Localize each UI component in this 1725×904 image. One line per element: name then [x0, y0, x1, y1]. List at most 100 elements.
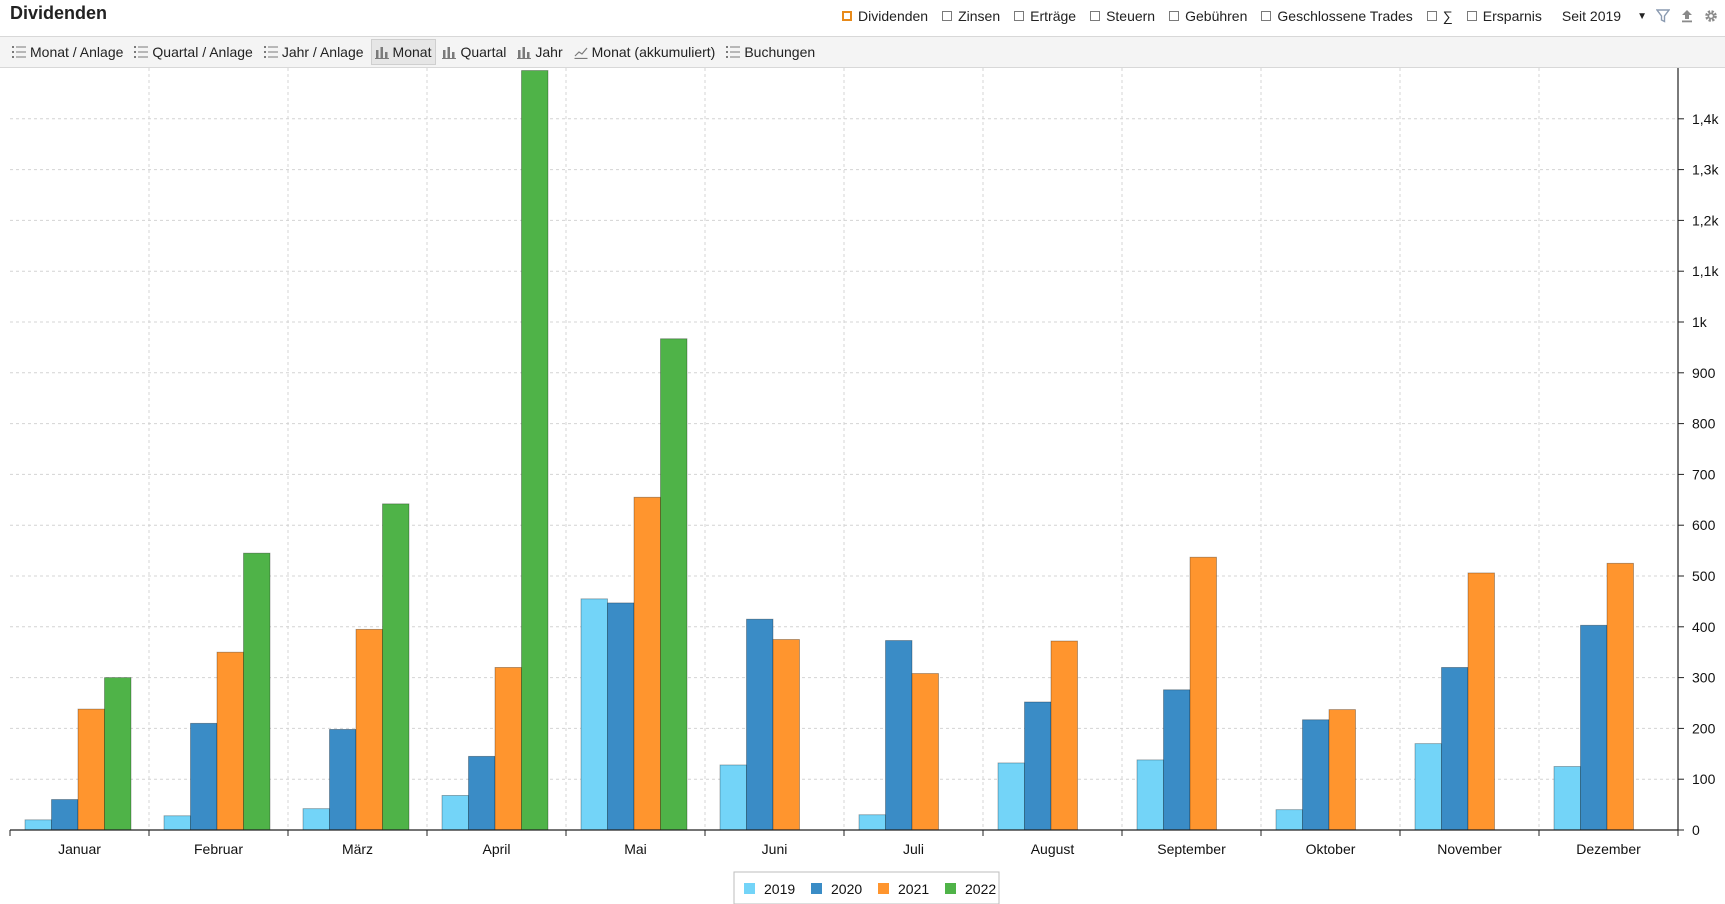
x-tick-label: Oktober	[1306, 841, 1356, 857]
bar-2021-märz	[355, 628, 383, 831]
filter-zinsen[interactable]: Zinsen	[942, 8, 1000, 24]
checkbox-icon[interactable]	[1014, 11, 1025, 21]
bar-2020-juni	[746, 618, 774, 831]
checkbox-icon[interactable]	[1090, 11, 1101, 21]
view-tab-quartal[interactable]: Quartal	[438, 39, 511, 65]
filter-gebühren[interactable]: Gebühren	[1169, 8, 1247, 24]
y-tick-label: 100	[1692, 771, 1716, 787]
chart-header: Dividenden Dividenden Zinsen Erträge Steuer…	[0, 0, 1725, 32]
bar-2022-april	[521, 70, 549, 831]
y-tick-label: 300	[1692, 670, 1716, 686]
y-tick-label: 200	[1692, 720, 1716, 736]
filter-dividenden[interactable]: Dividenden	[842, 8, 928, 24]
view-tab-monat-anlage[interactable]: Monat / Anlage	[8, 39, 128, 65]
bar-2019-april	[441, 795, 469, 831]
line-chart-icon	[574, 45, 588, 59]
bar-2022-mai	[660, 338, 688, 831]
legend-label: 2022	[965, 881, 996, 897]
export-icon[interactable]	[1679, 8, 1695, 24]
y-tick-label: 1,3k	[1692, 162, 1719, 178]
x-tick-label: Juli	[903, 841, 924, 857]
x-tick-label: Mai	[624, 841, 647, 857]
x-tick-label: Juni	[762, 841, 788, 857]
caret-down-icon[interactable]: ▼	[1637, 11, 1647, 22]
filter-label: Zinsen	[958, 8, 1001, 24]
filter-label: ∑	[1442, 8, 1453, 24]
bar-chart-icon	[374, 45, 389, 59]
bar-2021-august	[1050, 640, 1078, 831]
period-select[interactable]: Seit 2019 ▼	[1562, 8, 1647, 24]
view-tab-monat-akkumuliert[interactable]: Monat (akkumuliert)	[570, 39, 721, 65]
filter-bar: Dividenden Zinsen Erträge Steuern Gebühren Ge…	[828, 6, 1725, 26]
x-tick-label: Januar	[58, 841, 101, 857]
checkbox-icon[interactable]	[1426, 11, 1437, 21]
checkbox-icon[interactable]	[1169, 11, 1180, 21]
list-icon	[263, 45, 278, 59]
checkbox-icon[interactable]	[1466, 11, 1477, 21]
bar-2020-november	[1441, 667, 1469, 831]
view-tab-quartal-anlage[interactable]: Quartal / Anlage	[130, 39, 257, 65]
legend-swatch-2019	[744, 883, 755, 894]
bar-2021-juli	[911, 673, 939, 831]
view-tab-jahr-anlage[interactable]: Jahr / Anlage	[260, 39, 369, 65]
filter-label: Erträge	[1030, 8, 1077, 24]
bar-2021-november	[1467, 572, 1495, 831]
bar-2020-september	[1163, 689, 1191, 831]
bar-2021-september	[1189, 556, 1217, 831]
y-tick-label: 0	[1692, 822, 1700, 838]
y-tick-label: 700	[1692, 466, 1716, 482]
y-tick-label: 500	[1692, 568, 1716, 584]
bar-2019-september	[1136, 759, 1164, 831]
bar-2019-februar	[163, 815, 191, 831]
checkbox-icon[interactable]	[942, 11, 953, 21]
bar-2021-februar	[216, 651, 244, 831]
view-tab-label: Buchungen	[744, 44, 816, 60]
dividend-bar-chart: 0 100 200 300 400 500 600 700 800 900 1k 1,1k 1,2k 1,…	[9, 68, 1719, 904]
x-tick-label: September	[1157, 841, 1226, 857]
filter-label: Gebühren	[1185, 8, 1248, 24]
checkbox-icon[interactable]	[1261, 11, 1272, 21]
filter-label: Ersparnis	[1482, 8, 1542, 24]
bar-2021-mai	[633, 496, 661, 831]
view-tab-jahr[interactable]: Jahr	[513, 39, 567, 65]
bar-2020-oktober	[1302, 719, 1330, 831]
list-icon	[12, 45, 26, 59]
list-icon	[726, 45, 741, 59]
bar-2021-oktober	[1328, 709, 1356, 831]
bar-2020-april	[468, 755, 496, 831]
filter-label: Steuern	[1106, 8, 1156, 24]
x-tick-label: März	[342, 841, 373, 857]
bar-2020-januar	[51, 799, 79, 831]
view-tab-label: Jahr / Anlage	[281, 44, 364, 60]
filter-erträge[interactable]: Erträge	[1014, 8, 1076, 24]
filter-icon[interactable]	[1655, 8, 1671, 24]
list-icon	[134, 45, 149, 59]
page-title: Dividenden	[10, 3, 108, 23]
x-tick-label: November	[1437, 841, 1502, 857]
bar-chart-icon	[517, 45, 532, 59]
bar-2021-januar	[77, 708, 105, 831]
x-tick-label: Dezember	[1576, 841, 1641, 857]
period-value: Seit 2019	[1561, 8, 1622, 24]
view-tab-buchungen[interactable]: Buchungen	[722, 39, 820, 65]
view-tab-monat[interactable]: Monat	[370, 39, 437, 65]
filter-sum[interactable]: ∑	[1426, 8, 1453, 24]
filter-steuern[interactable]: Steuern	[1090, 8, 1155, 24]
bar-2019-juni	[719, 764, 747, 831]
bar-2021-juni	[772, 639, 800, 831]
checkbox-icon[interactable]	[842, 11, 853, 21]
bar-2021-april	[494, 667, 522, 831]
y-tick-label: 1,2k	[1692, 212, 1719, 228]
gear-icon[interactable]	[1703, 8, 1719, 24]
legend-swatch-2022	[945, 883, 956, 894]
bar-2020-februar	[190, 722, 218, 831]
legend-label: 2020	[831, 881, 862, 897]
bar-2020-dezember	[1580, 624, 1608, 831]
bar-2022-februar	[243, 552, 271, 831]
bar-2020-märz	[329, 729, 357, 831]
view-tab-label: Quartal / Anlage	[152, 44, 253, 60]
filter-geschlossene-trades[interactable]: Geschlossene Trades	[1261, 8, 1413, 24]
y-tick-label: 600	[1692, 517, 1716, 533]
view-tab-label: Monat / Anlage	[30, 44, 124, 60]
filter-ersparnis[interactable]: Ersparnis	[1466, 8, 1542, 24]
